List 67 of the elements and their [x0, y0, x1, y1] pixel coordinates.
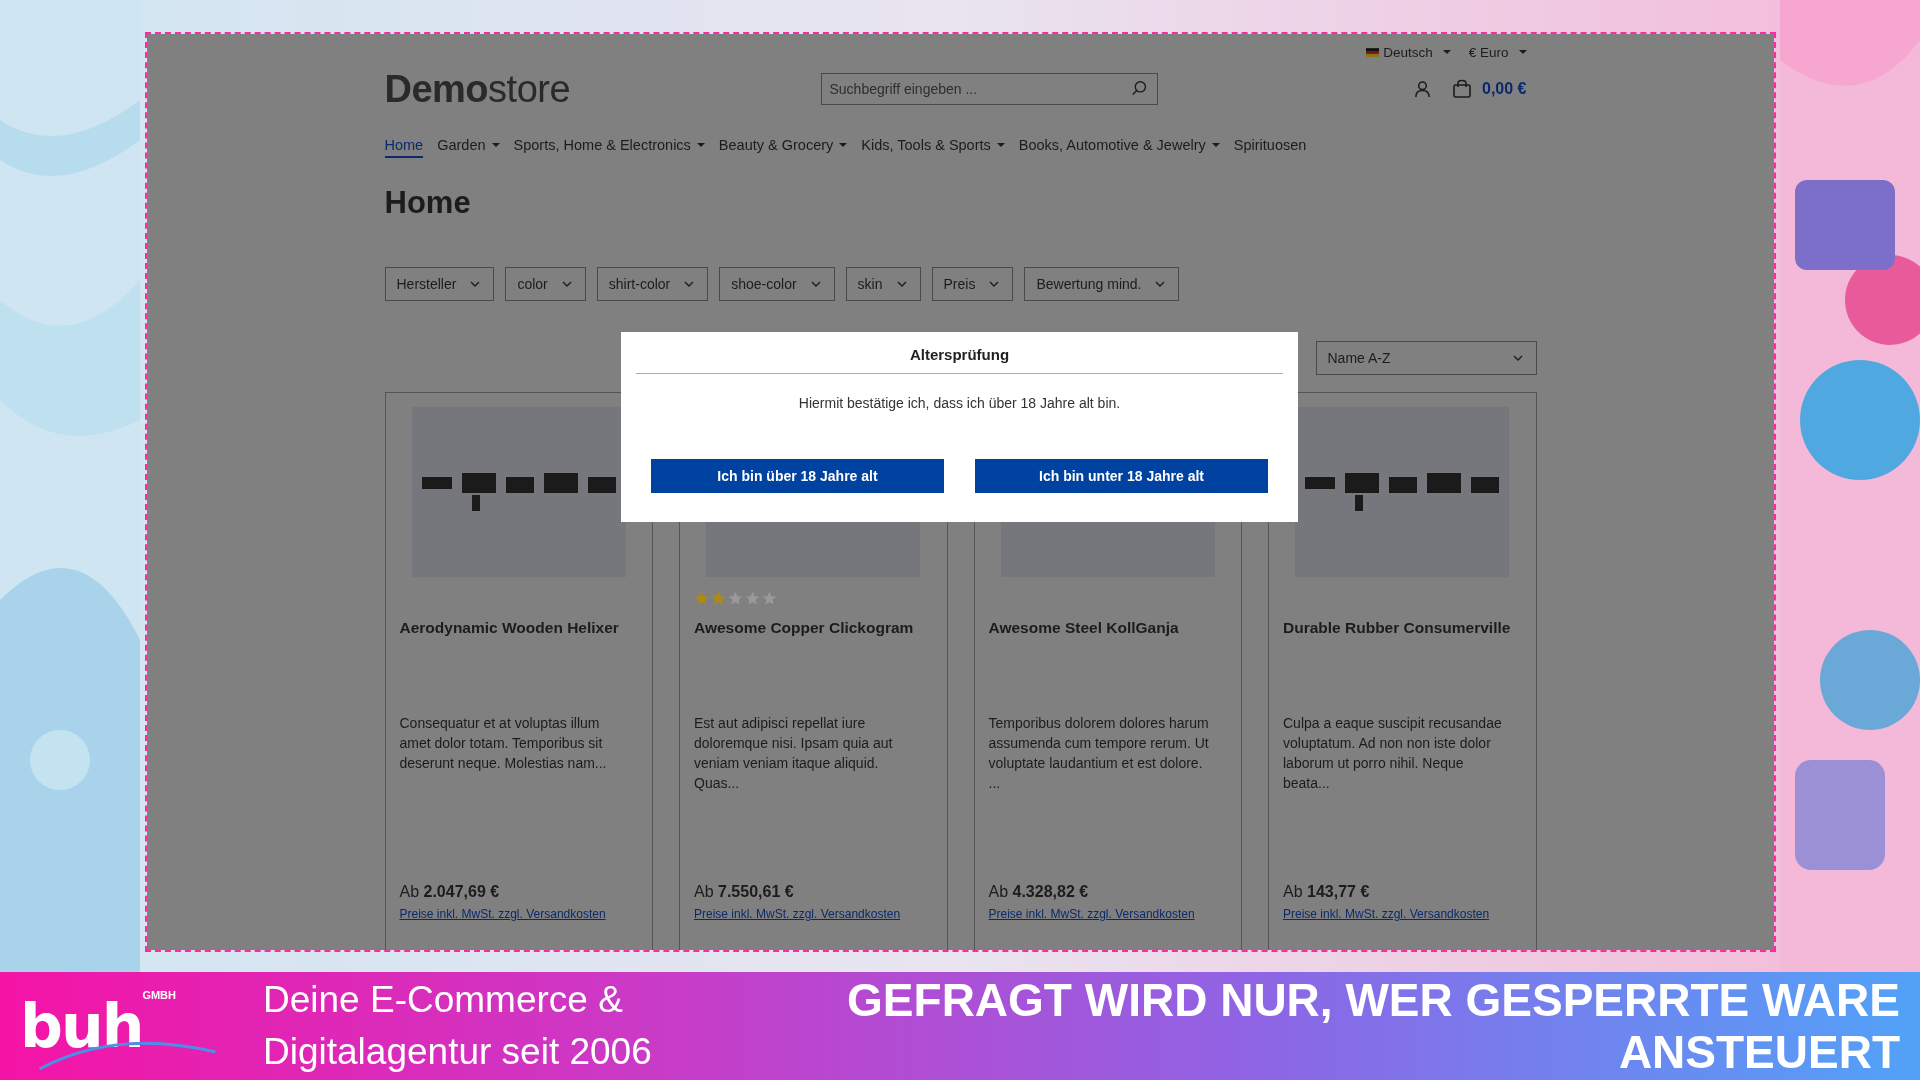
caret-icon — [1211, 143, 1220, 147]
confirm-button[interactable]: Ich bin über 18 Jahre alt — [651, 459, 944, 493]
product-name[interactable]: Awesome Copper Clickogram — [694, 619, 933, 713]
caret-icon — [1442, 50, 1451, 54]
headline: GEFRAGT WIRD NUR, WER GESPERRTE WARE ANSTEUERT — [847, 974, 1901, 1078]
filter-dropdown[interactable]: shoe-color — [719, 267, 835, 301]
product-name[interactable]: Aerodynamic Wooden Helixer — [399, 619, 638, 713]
search-icon[interactable] — [1130, 80, 1148, 97]
nav-item[interactable]: Sports, Home & Electronics — [513, 137, 705, 158]
nav-item[interactable]: Kids, Tools & Sports — [861, 137, 1005, 158]
shipping-link[interactable]: Preise inkl. MwSt. zzgl. Versandkosten — [694, 907, 901, 921]
nav-item[interactable]: Garden — [437, 137, 500, 158]
star-icon — [745, 591, 760, 606]
slogan: Deine E-Commerce & Digitalagentur seit 2006 — [263, 978, 652, 1074]
product-price: Ab 4.328,82 € — [988, 883, 1090, 901]
language-menu[interactable]: Deutsch — [1366, 42, 1451, 62]
user-icon[interactable] — [1413, 79, 1432, 99]
nav-item[interactable]: Home — [384, 137, 424, 158]
product-price: Ab 2.047,69 € — [399, 883, 501, 901]
confirm-button[interactable]: Ich bin unter 18 Jahre alt — [975, 459, 1268, 493]
star-icon — [728, 591, 743, 606]
caret-icon — [1518, 50, 1527, 54]
product-description: Temporibus dolorem dolores harum assumenda cum tempore rerum. Ut voluptate laudantium et est dolore. ... — [988, 714, 1210, 793]
star-icon — [711, 591, 726, 606]
chevron-icon — [896, 281, 907, 287]
chevron-icon — [1155, 281, 1166, 287]
product-price: Ab 7.550,61 € — [694, 883, 795, 901]
filter-dropdown[interactable]: Preis — [931, 267, 1014, 301]
chevron-icon — [470, 281, 481, 287]
shipping-link[interactable]: Preise inkl. MwSt. zzgl. Versandkosten — [1283, 907, 1490, 921]
chevron-icon — [684, 281, 695, 287]
star-icon — [694, 591, 709, 606]
caret-icon — [491, 143, 500, 147]
chevron-icon — [810, 281, 821, 287]
product-name[interactable]: Awesome Steel KollGanja — [988, 619, 1227, 713]
currency-menu[interactable]: € Euro — [1468, 42, 1527, 62]
search-field[interactable]: Suchbegriff eingeben ... — [820, 73, 1158, 105]
bag-icon — [1452, 79, 1472, 99]
star-icon — [762, 591, 777, 606]
product-description: Culpa a eaque suscipit recusandae voluptatum. Ad non non iste dolor laborum ut porro nihil. Neque beata... — [1283, 714, 1503, 793]
caret-icon — [696, 143, 705, 147]
caret-icon — [996, 143, 1005, 147]
filter-dropdown[interactable]: Hersteller — [384, 267, 495, 301]
sort-dropdown[interactable]: Name A-Z — [1315, 341, 1537, 375]
shipping-link[interactable]: Preise inkl. MwSt. zzgl. Versandkosten — [399, 907, 606, 921]
nav-item[interactable]: Books, Automotive & Jewelry — [1018, 137, 1220, 158]
nav-item[interactable]: Beauty & Grocery — [718, 137, 848, 158]
filter-dropdown[interactable]: shirt-color — [596, 267, 709, 301]
chevron-icon — [561, 281, 572, 287]
chevron-icon — [989, 281, 1000, 287]
nav-item[interactable]: Spirituosen — [1233, 137, 1307, 158]
product-description: Est aut adipisci repellat iure doloremque nisi. Ipsam quia aut veniam veniam itaque aliquid. Quas... — [694, 714, 894, 793]
store-logo[interactable]: Demostore — [384, 67, 821, 111]
filter-dropdown[interactable]: skin — [845, 267, 921, 301]
filter-dropdown[interactable]: color — [505, 267, 586, 301]
shipping-link[interactable]: Preise inkl. MwSt. zzgl. Versandkosten — [988, 907, 1195, 921]
flag-icon — [1366, 47, 1380, 57]
page-title: Home — [384, 185, 472, 221]
product-price: Ab 143,77 € — [1283, 883, 1371, 901]
product-name[interactable]: Durable Rubber Consumerville — [1283, 619, 1522, 713]
product-description: Consequatur et at voluptas illum amet dolor totam. Temporibus sit deserunt neque. Molestias nam... — [399, 714, 608, 773]
dialog-message: Hiermit bestätige ich, dass ich über 18 Jahre alt bin. — [797, 395, 1122, 411]
filter-dropdown[interactable]: Bewertung mind. — [1024, 267, 1180, 301]
chevron-icon — [1512, 355, 1523, 361]
cart-button[interactable]: 0,00 € — [1452, 79, 1527, 99]
dialog-title: Altersprüfung — [636, 332, 1283, 374]
caret-icon — [839, 143, 848, 147]
